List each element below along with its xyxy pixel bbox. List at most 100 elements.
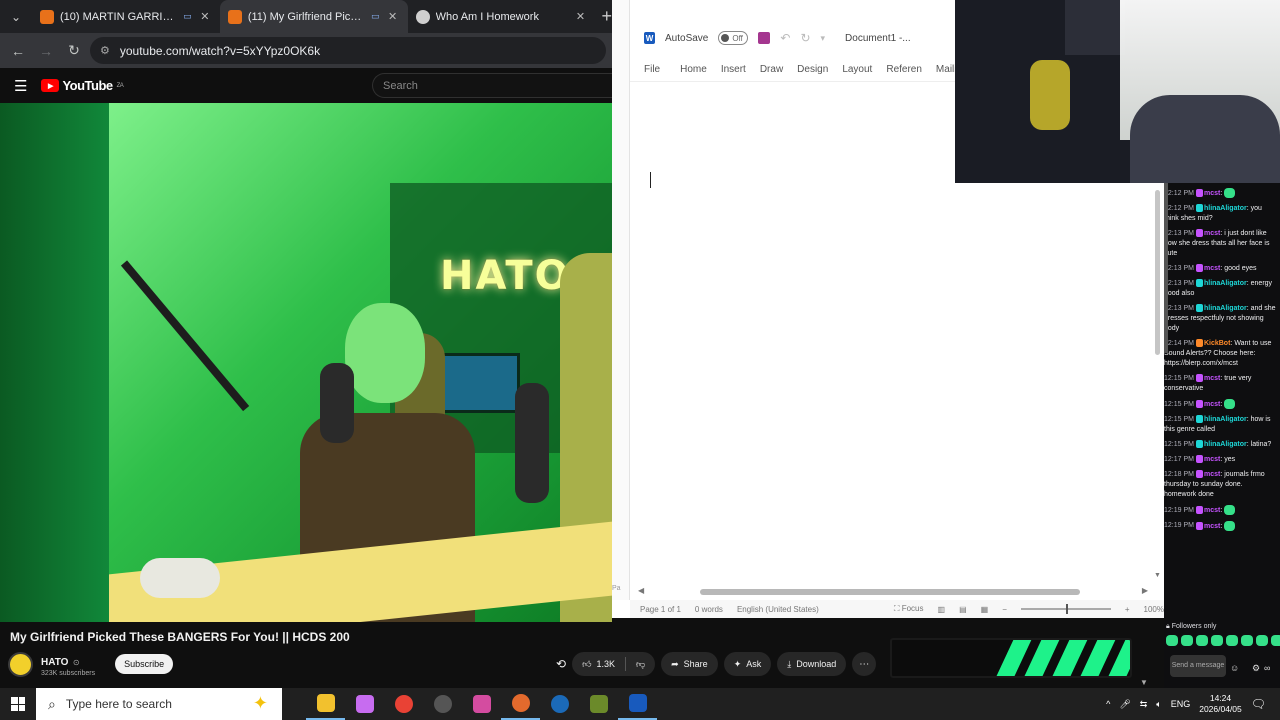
chat-username[interactable]: mcst	[1204, 522, 1220, 529]
undo-icon[interactable]: ↶	[780, 31, 790, 45]
chat-username[interactable]: mcst	[1204, 456, 1220, 463]
volume-icon[interactable]: 🔈︎	[1156, 699, 1161, 710]
chat-scrollbar[interactable]	[1164, 183, 1168, 353]
redo-icon[interactable]: ↻	[800, 31, 810, 45]
horizontal-scrollbar[interactable]: ◀ ▶	[638, 586, 1148, 598]
chat-username[interactable]: hlinaAligator	[1204, 305, 1247, 312]
share-button[interactable]: ➦ Share	[661, 652, 718, 676]
scroll-left-arrow-icon[interactable]: ◀	[638, 586, 644, 595]
scrollbar-thumb[interactable]	[700, 589, 1080, 595]
channel-avatar[interactable]	[8, 651, 33, 677]
start-button[interactable]	[0, 688, 36, 720]
remix-icon[interactable]: ⟲	[556, 657, 566, 671]
emote-icon[interactable]	[1196, 635, 1208, 646]
chat-username[interactable]: hlinaAligator	[1204, 205, 1247, 212]
scroll-right-arrow-icon[interactable]: ▶	[1142, 586, 1148, 595]
document-name[interactable]: Document1 -...	[845, 33, 911, 44]
taskbar-app-chrome-profile[interactable]	[501, 688, 540, 720]
ribbon-tab-draw[interactable]: Draw	[760, 64, 783, 75]
menu-icon[interactable]: ☰	[14, 77, 27, 95]
chat-username[interactable]: mcst	[1204, 401, 1220, 408]
emote-icon[interactable]	[1271, 635, 1280, 646]
infinity-icon[interactable]: ∞	[1264, 663, 1270, 673]
emote-icon[interactable]	[1181, 635, 1193, 646]
emote-icon[interactable]	[1166, 635, 1178, 646]
ribbon-tab-home[interactable]: Home	[680, 64, 707, 75]
clock[interactable]: 14:24 2026/04/05	[1199, 693, 1242, 715]
language-status[interactable]: English (United States)	[737, 605, 819, 614]
chat-username[interactable]: KickBot	[1204, 340, 1230, 347]
zoom-out-icon[interactable]: −	[1002, 605, 1007, 614]
dislike-button[interactable]: 👎︎	[626, 652, 655, 676]
scrollbar-thumb[interactable]	[1155, 190, 1160, 355]
emote-icon[interactable]	[1211, 635, 1223, 646]
taskbar-app-copilot[interactable]	[345, 688, 384, 720]
zoom-level[interactable]: 100%	[1144, 605, 1164, 614]
page-count[interactable]: Page 1 of 1	[640, 605, 681, 614]
subscribe-button[interactable]: Subscribe	[115, 654, 174, 674]
youtube-logo[interactable]: ▶ YouTube ZA	[41, 78, 124, 93]
promo-banner[interactable]	[890, 638, 1132, 678]
channel-name[interactable]: HATO	[41, 657, 68, 668]
microphone-icon[interactable]: 🎤︎	[1119, 699, 1130, 710]
url-bar[interactable]: ⚙ youtube.com/watch?v=5xYYpz0OK6k	[90, 37, 606, 64]
video-player[interactable]: HATO	[0, 103, 612, 622]
taskbar-search-input[interactable]: ⌕ Type here to search ✦	[36, 688, 282, 720]
back-button[interactable]: ←	[6, 39, 30, 63]
customize-qat-icon[interactable]: ▾	[821, 33, 826, 44]
more-actions-button[interactable]: ⋯	[852, 652, 877, 676]
like-button[interactable]: 👍︎ 1.3K	[572, 652, 625, 676]
taskbar-app-chrome[interactable]	[384, 688, 423, 720]
taskbar-app-file-explorer[interactable]	[306, 688, 345, 720]
ribbon-tab-references[interactable]: Referen	[886, 64, 922, 75]
ribbon-tab-design[interactable]: Design	[797, 64, 828, 75]
browser-tab[interactable]: Who Am I Homework ✕	[408, 0, 596, 33]
new-tab-button[interactable]: +	[596, 6, 613, 27]
scroll-down-arrow-icon[interactable]: ▼	[1154, 572, 1161, 579]
chat-input[interactable]: Send a message	[1170, 655, 1226, 677]
chat-username[interactable]: hlinaAligator	[1204, 441, 1247, 448]
word-count[interactable]: 0 words	[695, 605, 723, 614]
tab-search-chevron-icon[interactable]: ⌄	[0, 0, 32, 33]
ribbon-tab-insert[interactable]: Insert	[721, 64, 746, 75]
print-layout-icon[interactable]: ▤	[959, 605, 967, 614]
save-icon[interactable]	[758, 32, 771, 44]
emote-icon[interactable]	[1226, 635, 1238, 646]
show-hidden-icons-icon[interactable]: ^	[1106, 699, 1110, 709]
vertical-scrollbar[interactable]: ▼	[1154, 190, 1162, 580]
download-button[interactable]: ⤓ Download	[777, 652, 847, 676]
chat-username[interactable]: mcst	[1204, 230, 1220, 237]
taskbar-app-word[interactable]	[618, 688, 657, 720]
chevron-down-icon[interactable]: ▼	[1140, 678, 1148, 687]
zoom-in-icon[interactable]: +	[1125, 605, 1130, 614]
language-indicator[interactable]: ENG	[1171, 699, 1191, 709]
youtube-search-input[interactable]: Search	[372, 73, 612, 98]
zoom-slider[interactable]	[1020, 604, 1111, 614]
chat-username[interactable]: hlinaAligator	[1204, 416, 1247, 423]
taskbar-app-snipping[interactable]	[462, 688, 501, 720]
web-layout-icon[interactable]: ▦	[981, 605, 989, 614]
taskbar-app-steam[interactable]	[540, 688, 579, 720]
notifications-icon[interactable]: 🗨︎	[1251, 697, 1266, 711]
ribbon-tab-file[interactable]: File	[644, 64, 660, 75]
close-tab-icon[interactable]: ✕	[386, 10, 400, 23]
browser-tab-active[interactable]: (11) My Girlfriend Picked Th ▭ ✕	[219, 0, 408, 33]
emoji-icon[interactable]: ☺	[1230, 663, 1239, 673]
taskbar-app-obs[interactable]	[423, 688, 462, 720]
close-tab-icon[interactable]: ✕	[574, 10, 588, 23]
chat-username[interactable]: mcst	[1204, 507, 1220, 514]
chat-username[interactable]: hlinaAligator	[1204, 280, 1247, 287]
emote-icon[interactable]	[1256, 635, 1268, 646]
reload-button[interactable]: ↻	[62, 39, 86, 63]
chat-username[interactable]: mcst	[1204, 190, 1220, 197]
ask-button[interactable]: ✦ Ask	[723, 652, 772, 676]
ribbon-tab-layout[interactable]: Layout	[842, 64, 872, 75]
chat-username[interactable]: mcst	[1204, 265, 1220, 272]
focus-button[interactable]: ⛶ Focus	[894, 604, 924, 614]
chat-username[interactable]: mcst	[1204, 471, 1220, 478]
forward-button[interactable]: →	[34, 39, 58, 63]
settings-icon[interactable]: ⚙	[1252, 663, 1260, 674]
taskbar-app-minecraft[interactable]	[579, 688, 618, 720]
read-mode-icon[interactable]: ▥	[938, 605, 946, 614]
network-icon[interactable]: ⇆	[1140, 699, 1148, 710]
